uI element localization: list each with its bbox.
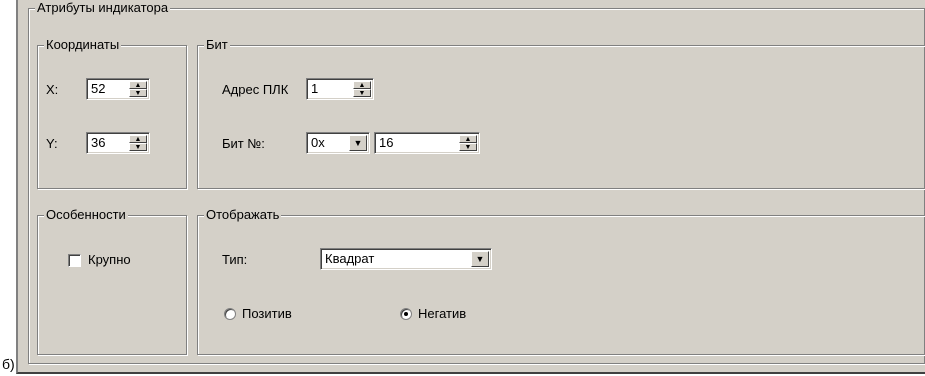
y-spin-buttons[interactable]: ▲ ▼: [129, 135, 147, 151]
indicator-panel: Атрибуты индикатора Координаты X: 52 ▲ ▼…: [16, 0, 925, 374]
positive-radio[interactable]: [224, 308, 236, 320]
bit-prefix-value[interactable]: 0x: [311, 135, 325, 151]
y-value[interactable]: 36: [91, 135, 105, 151]
plc-address-label: Адрес ПЛК: [222, 82, 289, 97]
spin-down-arrow-icon[interactable]: ▼: [129, 143, 147, 151]
x-value[interactable]: 52: [91, 81, 105, 97]
type-label: Тип:: [222, 252, 248, 267]
bit-group: Бит Адрес ПЛК 1 ▲ ▼ Бит №: 0x ▼ 16 ▲ ▼: [197, 37, 925, 189]
bit-title: Бит: [204, 37, 230, 53]
spin-down-arrow-icon[interactable]: ▼: [459, 143, 477, 151]
bit-number-label: Бит №:: [222, 136, 265, 151]
plc-address-value[interactable]: 1: [311, 81, 318, 97]
x-spin-buttons[interactable]: ▲ ▼: [129, 81, 147, 97]
spin-up-arrow-icon[interactable]: ▲: [129, 81, 147, 89]
type-value[interactable]: Квадрат: [325, 251, 374, 267]
features-title: Особенности: [44, 207, 128, 223]
y-label: Y:: [46, 136, 58, 151]
x-label: X:: [46, 82, 59, 97]
spin-up-arrow-icon[interactable]: ▲: [129, 135, 147, 143]
plc-address-spinbox[interactable]: 1 ▲ ▼: [306, 78, 374, 100]
large-label[interactable]: Крупно: [88, 252, 131, 268]
spin-down-arrow-icon[interactable]: ▼: [129, 89, 147, 97]
type-combo[interactable]: Квадрат ▼: [320, 248, 492, 270]
spin-up-arrow-icon[interactable]: ▲: [459, 135, 477, 143]
coordinates-title: Координаты: [44, 37, 122, 53]
bit-number-spinbox[interactable]: 16 ▲ ▼: [374, 132, 480, 154]
display-title: Отображать: [204, 207, 282, 223]
spin-up-arrow-icon[interactable]: ▲: [353, 81, 371, 89]
y-spinbox[interactable]: 36 ▲ ▼: [86, 132, 150, 154]
indicator-attributes-group: Атрибуты индикатора Координаты X: 52 ▲ ▼…: [28, 0, 925, 364]
negative-label[interactable]: Негатив: [418, 306, 466, 322]
display-group: Отображать Тип: Квадрат ▼ Позитив Негати…: [197, 207, 925, 355]
bit-number-value[interactable]: 16: [379, 135, 393, 151]
chevron-down-icon[interactable]: ▼: [349, 135, 367, 151]
coordinates-group: Координаты X: 52 ▲ ▼ Y: 36 ▲ ▼: [37, 37, 187, 189]
features-group: Особенности Крупно: [37, 207, 187, 355]
bit-prefix-combo[interactable]: 0x ▼: [306, 132, 370, 154]
positive-label[interactable]: Позитив: [242, 306, 292, 322]
negative-radio[interactable]: [400, 308, 412, 320]
indicator-attributes-title: Атрибуты индикатора: [35, 0, 171, 16]
large-checkbox[interactable]: [68, 254, 81, 267]
x-spinbox[interactable]: 52 ▲ ▼: [86, 78, 150, 100]
radio-selected-dot: [404, 312, 408, 316]
plc-address-spin-buttons[interactable]: ▲ ▼: [353, 81, 371, 97]
spin-down-arrow-icon[interactable]: ▼: [353, 89, 371, 97]
chevron-down-icon[interactable]: ▼: [471, 251, 489, 267]
figure-caption: б): [2, 356, 15, 372]
bit-number-spin-buttons[interactable]: ▲ ▼: [459, 135, 477, 151]
